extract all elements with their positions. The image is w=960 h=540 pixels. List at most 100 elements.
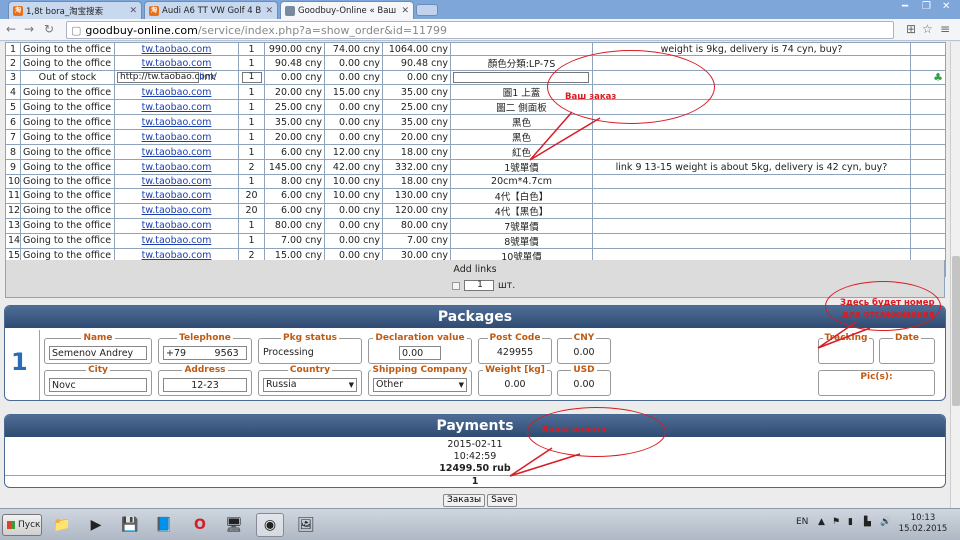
translate-icon[interactable]: ⊞ <box>906 22 916 36</box>
add-links-checkbox[interactable] <box>452 281 460 290</box>
qty-input[interactable]: 1 <box>241 72 262 84</box>
url-path: /service/index.php?a=show_order&id=11799 <box>197 23 448 37</box>
back-icon[interactable]: ← <box>6 22 16 36</box>
order-comment <box>592 174 911 189</box>
order-link[interactable]: tw.taobao.com <box>142 117 212 128</box>
pkg-status-field: Pkg status Processing <box>258 333 362 364</box>
close-icon[interactable]: ✕ <box>401 6 409 16</box>
unit-label: шт. <box>498 280 516 291</box>
language-indicator[interactable]: EN <box>796 517 808 527</box>
order-link[interactable]: tw.taobao.com <box>142 235 212 246</box>
order-link[interactable]: tw.taobao.com <box>142 162 212 173</box>
close-window-icon[interactable]: ✕ <box>942 1 950 12</box>
tray-battery-icon[interactable]: ▮ <box>848 517 853 527</box>
order-link[interactable]: tw.taobao.com <box>142 205 212 216</box>
clover-icon[interactable]: ♣ <box>933 72 943 84</box>
tracking-annotation-line1: Здесь будет номер <box>840 298 935 308</box>
browser-tab-1[interactable]: 淘 1,8t bora_淘宝搜索 ✕ <box>8 1 142 19</box>
scrollbar-thumb[interactable] <box>952 256 960 406</box>
order-link[interactable]: tw.taobao.com <box>142 190 212 201</box>
new-tab-button[interactable] <box>416 4 438 16</box>
shipping-company-select[interactable]: Other ▼ <box>373 378 467 392</box>
weight-field: Weight [kg] 0.00 <box>478 365 552 396</box>
url-input[interactable]: ▢ goodbuy-online.com/service/index.php?a… <box>66 21 894 39</box>
image-viewer-icon[interactable]: 🖼 <box>292 513 320 537</box>
declaration-input[interactable]: 0.00 <box>399 346 441 360</box>
notes-icon[interactable]: 📘 <box>150 513 178 537</box>
file-explorer-icon[interactable]: 📁 <box>48 513 76 537</box>
tray-signal-icon[interactable]: ▙ <box>864 517 871 527</box>
tray-expand-icon[interactable]: ▲ <box>818 517 825 527</box>
packages-panel: Packages 1 Name Semenov Andrey Telephone… <box>4 305 946 401</box>
order-link[interactable]: tw.taobao.com <box>142 44 212 55</box>
system-clock[interactable]: 10:13 15.02.2015 <box>898 513 948 535</box>
order-link[interactable]: tw.taobao.com <box>142 102 212 113</box>
order-row: 10 Going to the office tw.taobao.com 1 8.00 … <box>5 174 946 189</box>
save-button[interactable]: Save <box>487 494 518 507</box>
minimize-icon[interactable]: ━ <box>902 1 908 12</box>
order-row: 1 Going to the office tw.taobao.com 1 990.00… <box>5 42 946 57</box>
order-delivery: 0.00 cny <box>324 129 383 146</box>
order-action-cell <box>910 202 946 219</box>
tray-network-icon[interactable]: ⚑ <box>832 517 840 527</box>
order-link[interactable]: tw.taobao.com <box>142 132 212 143</box>
order-action-cell: ♣ <box>910 70 946 86</box>
order-number: 7 <box>5 129 21 146</box>
name-input[interactable]: Semenov Andrey <box>49 346 147 360</box>
forward-icon[interactable]: → <box>24 22 34 36</box>
telephone-input[interactable]: +79 9563 <box>163 346 247 360</box>
order-qty: 1 <box>238 144 265 161</box>
page-scrollbar[interactable] <box>950 42 960 508</box>
order-link[interactable]: tw.taobao.com <box>142 147 212 158</box>
orders-button[interactable]: Заказы <box>443 494 486 507</box>
reload-icon[interactable]: ↻ <box>44 22 54 36</box>
add-links-quantity-input[interactable]: 1 <box>464 280 494 291</box>
opera-icon[interactable]: O <box>186 513 214 537</box>
name-label: Name <box>81 333 115 343</box>
remote-desktop-icon[interactable]: 🖥 <box>220 513 248 537</box>
restore-icon[interactable]: ❐ <box>922 1 931 12</box>
order-qty: 1 <box>238 129 265 146</box>
close-icon[interactable]: ✕ <box>129 6 137 16</box>
country-select[interactable]: Russia ▼ <box>263 378 357 392</box>
browser-tab-2[interactable]: 淘 Audi A6 TT VW Golf 4 Bora P ✕ <box>144 1 278 19</box>
start-label: Пуск <box>18 520 41 530</box>
tab-title: 1,8t bora_淘宝搜索 <box>26 6 104 17</box>
media-player-icon[interactable]: ▶ <box>82 513 110 537</box>
order-link[interactable]: tw.taobao.com <box>142 58 212 69</box>
link-input[interactable]: http://tw.taobao.com/ <box>117 72 217 84</box>
usd-field: USD 0.00 <box>557 365 611 396</box>
order-comment <box>592 232 911 249</box>
date-label: Date <box>893 333 921 343</box>
chrome-icon[interactable]: ◉ <box>256 513 284 537</box>
payment-count: 1 <box>5 475 945 487</box>
order-desc: 黑色 <box>450 114 593 131</box>
browser-tab-3[interactable]: Goodbuy-Online « Ваш друг ✕ <box>280 1 414 19</box>
usd-label: USD <box>571 365 597 375</box>
order-link[interactable]: tw.taobao.com <box>142 220 212 231</box>
order-status: Out of stock <box>20 70 115 86</box>
order-row: 6 Going to the office tw.taobao.com 1 35.00 … <box>5 114 946 131</box>
post-code-label: Post Code <box>487 333 543 343</box>
order-link[interactable]: link <box>199 72 216 83</box>
order-action-cell <box>910 159 946 176</box>
menu-icon[interactable]: ≡ <box>940 22 950 36</box>
save-disk-icon[interactable]: 💾 <box>116 513 144 537</box>
page-info-icon[interactable]: ▢ <box>71 24 81 37</box>
order-status: Going to the office <box>20 174 115 189</box>
start-button[interactable]: Пуск <box>2 514 42 536</box>
order-desc: 20cm*4.7cm <box>450 174 593 189</box>
payments-panel: Payments 2015-02-11 10:42:59 12499.50 ru… <box>4 414 946 488</box>
order-status: Going to the office <box>20 232 115 249</box>
order-delivery: 0.00 cny <box>324 99 383 116</box>
close-icon[interactable]: ✕ <box>265 6 273 16</box>
city-input[interactable]: Novc <box>49 378 147 392</box>
address-input[interactable]: 12-23 <box>163 378 247 392</box>
order-link[interactable]: tw.taobao.com <box>142 87 212 98</box>
order-link[interactable]: tw.taobao.com <box>142 176 212 187</box>
post-code-value: 429955 <box>496 347 534 358</box>
bookmark-star-icon[interactable]: ☆ <box>922 22 933 36</box>
order-link-cell: tw.taobao.com <box>114 42 239 57</box>
order-status: Going to the office <box>20 99 115 116</box>
tray-volume-icon[interactable]: 🔊 <box>880 517 891 527</box>
